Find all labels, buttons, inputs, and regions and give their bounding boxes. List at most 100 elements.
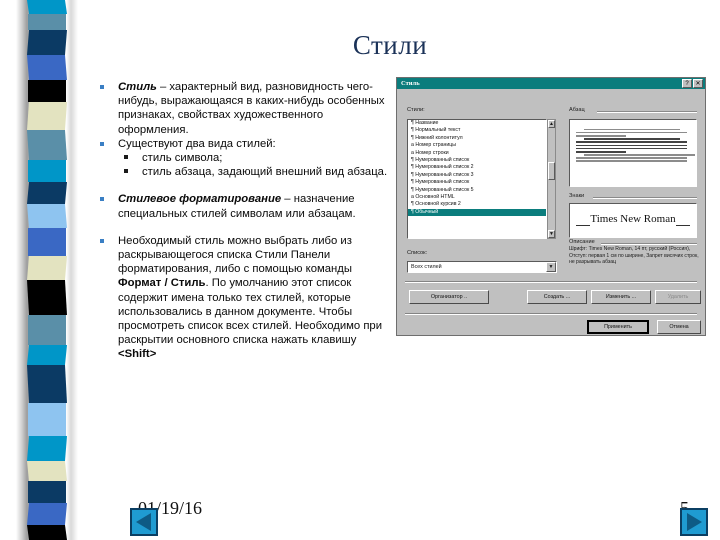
shift-key-label: <Shift> bbox=[118, 348, 157, 361]
strip-band bbox=[28, 228, 66, 256]
style-list-item[interactable]: ¶ Нумерованный список 2 bbox=[408, 164, 546, 171]
create-button[interactable]: Создать ... bbox=[527, 290, 587, 304]
organizer-button[interactable]: Организатор .. bbox=[409, 290, 489, 304]
bullet-item-how-to-choose: Необходимый стиль можно выбрать либо из … bbox=[96, 234, 396, 362]
strip-band bbox=[28, 80, 66, 102]
two-kinds-text: Существуют два вида стилей: bbox=[118, 137, 276, 150]
style-description-text: Шрифт: Times New Roman, 14 пт, русский (… bbox=[569, 246, 699, 266]
horizontal-separator bbox=[405, 281, 697, 283]
style-list-item[interactable]: ¶ Обычный bbox=[408, 208, 546, 217]
strip-band bbox=[27, 436, 67, 461]
styles-listbox-scrollbar[interactable]: ▲ ▼ bbox=[547, 119, 556, 239]
preview-line bbox=[576, 131, 687, 134]
dialog-titlebar: Стиль ? ✕ bbox=[397, 78, 705, 89]
help-icon[interactable]: ? bbox=[682, 79, 692, 88]
paragraph-preview bbox=[569, 119, 697, 187]
preview-line bbox=[576, 141, 687, 143]
style-list-item[interactable]: ¶ Нумерованный список 5 bbox=[408, 187, 546, 194]
strip-band bbox=[28, 160, 66, 182]
close-icon[interactable]: ✕ bbox=[693, 79, 703, 88]
strip-band bbox=[27, 461, 67, 481]
preview-line bbox=[576, 157, 687, 159]
arrow-left-icon bbox=[136, 513, 151, 531]
group-divider bbox=[597, 111, 697, 113]
style-list-item[interactable]: ¶ Нижний колонтитул bbox=[408, 135, 546, 142]
styles-label: Стили: bbox=[407, 107, 425, 113]
bullet-item-definition: Стиль – характерный вид, разновидность ч… bbox=[96, 80, 396, 137]
styles-listbox[interactable]: ¶ Название ¶ Нормальный текст ¶ Нижний кол… bbox=[407, 119, 547, 239]
strip-band bbox=[27, 365, 67, 403]
style-list-item[interactable]: a Номер страницы bbox=[408, 142, 546, 149]
strip-band bbox=[27, 503, 67, 525]
scrollbar-thumb[interactable] bbox=[548, 162, 555, 180]
bullet-square-icon bbox=[100, 197, 104, 202]
modify-button[interactable]: Изменить ... bbox=[591, 290, 651, 304]
font-preview-text: Times New Roman bbox=[590, 213, 676, 225]
preview-line bbox=[576, 144, 687, 147]
strip-band bbox=[27, 55, 67, 80]
preview-line bbox=[584, 128, 680, 131]
preview-line bbox=[576, 160, 687, 163]
strip-band bbox=[27, 30, 67, 55]
preview-rule bbox=[576, 225, 590, 226]
cancel-button[interactable]: Отмена bbox=[657, 320, 701, 334]
style-list-item[interactable]: ¶ Основной курсив 2 bbox=[408, 201, 546, 208]
bullet-square-icon bbox=[100, 85, 104, 89]
strip-band bbox=[27, 280, 67, 315]
term-stilevoe-formatirovanie: Стилевое форматирование bbox=[118, 193, 282, 206]
strip-color-bands bbox=[0, 0, 78, 540]
strip-band bbox=[27, 102, 67, 130]
strip-band bbox=[27, 345, 67, 365]
scroll-down-icon[interactable]: ▼ bbox=[548, 230, 555, 238]
group-divider bbox=[601, 243, 697, 245]
list-filter-value: Всех стилей bbox=[411, 264, 442, 270]
how-to-text-part1: Необходимый стиль можно выбрать либо из … bbox=[118, 234, 352, 276]
sub-bullet-label: стиль абзаца, задающий внешний вид абзац… bbox=[142, 166, 388, 179]
definition-text: – характерный вид, разновидность чего-ни… bbox=[118, 81, 385, 136]
bullet-square-icon bbox=[124, 169, 128, 174]
bullet-square-icon bbox=[124, 155, 128, 160]
strip-band bbox=[27, 204, 67, 228]
strip-band bbox=[27, 256, 67, 280]
bullet-item-two-kinds: Существуют два вида стилей: bbox=[96, 137, 396, 151]
group-divider bbox=[593, 197, 697, 199]
menu-command-format-style: Формат / Стиль bbox=[118, 277, 206, 290]
style-list-item[interactable]: a Номер строки bbox=[408, 150, 546, 157]
strip-band bbox=[28, 403, 66, 436]
dialog-body: Стили: ¶ Название ¶ Нормальный текст ¶ Ниж… bbox=[397, 89, 705, 335]
strip-band bbox=[27, 182, 67, 204]
strip-band bbox=[27, 130, 67, 160]
delete-button[interactable]: Удалить bbox=[655, 290, 701, 304]
previous-slide-button[interactable] bbox=[130, 508, 158, 536]
scroll-up-icon[interactable]: ▲ bbox=[548, 120, 555, 128]
slide-body: Стиль – характерный вид, разновидность ч… bbox=[96, 80, 396, 362]
list-filter-combobox[interactable]: Всех стилей ▼ bbox=[407, 261, 557, 273]
preview-line bbox=[576, 150, 627, 153]
horizontal-separator bbox=[405, 313, 697, 315]
bullet-square-icon bbox=[100, 141, 104, 146]
preview-line bbox=[584, 154, 695, 156]
preview-line bbox=[576, 134, 627, 137]
style-list-item[interactable]: ¶ Нормальный текст bbox=[408, 127, 546, 134]
page-title: Стили bbox=[352, 30, 428, 60]
next-slide-button[interactable] bbox=[680, 508, 708, 536]
bullet-square-icon bbox=[100, 238, 104, 243]
strip-band bbox=[27, 0, 67, 14]
sub-bullet-label: стиль символа; bbox=[142, 152, 223, 165]
decorative-side-strip bbox=[0, 0, 78, 540]
apply-button[interactable]: Применить bbox=[587, 320, 649, 334]
sub-bullet-paragraph-style: стиль абзаца, задающий внешний вид абзац… bbox=[96, 165, 396, 179]
preview-rule bbox=[676, 225, 690, 226]
sub-bullet-character-style: стиль символа; bbox=[96, 151, 396, 165]
paragraph-preview-label: Абзац bbox=[569, 107, 585, 113]
style-list-item[interactable]: ¶ Нумерованный список bbox=[408, 179, 546, 186]
bullet-item-style-formatting: Стилевое форматирование – назначение спе… bbox=[96, 192, 396, 220]
characters-preview-label: Знаки bbox=[569, 193, 585, 199]
list-filter-label: Список: bbox=[407, 250, 428, 256]
preview-line bbox=[584, 138, 680, 140]
characters-preview: Times New Roman bbox=[569, 203, 697, 238]
strip-band bbox=[28, 315, 66, 345]
chevron-down-icon[interactable]: ▼ bbox=[546, 262, 556, 272]
